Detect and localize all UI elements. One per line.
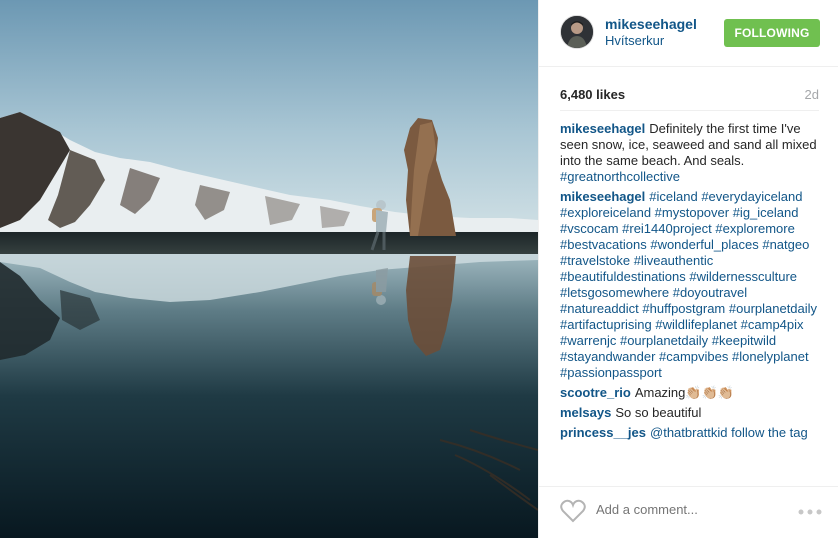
more-options-icon[interactable] <box>798 509 822 515</box>
hashtag-list[interactable]: #iceland #everydayiceland #exploreicelan… <box>560 189 817 380</box>
username-link[interactable]: mikeseehagel <box>605 16 697 32</box>
post-sidebar: mikeseehagel Hvítserkur FOLLOWING 6,480 … <box>538 0 838 538</box>
comment-bar <box>539 486 838 539</box>
hashtag-comment-username[interactable]: mikeseehagel <box>560 189 645 204</box>
post-header: mikeseehagel Hvítserkur FOLLOWING <box>539 0 838 67</box>
comment-item: scootre_rio Amazing👏🏼👏🏼👏🏼 <box>560 385 822 401</box>
comment-text: Amazing👏🏼👏🏼👏🏼 <box>634 385 734 400</box>
comment-item: princess__jes @thatbrattkid follow the ta… <box>560 425 822 441</box>
add-comment-input[interactable] <box>596 502 786 517</box>
post-photo[interactable] <box>0 0 538 538</box>
avatar[interactable] <box>560 15 594 49</box>
comment-text: So so beautiful <box>615 405 702 420</box>
comment-username[interactable]: scootre_rio <box>560 385 631 400</box>
caption: mikeseehagel Definitely the first time I'… <box>560 121 822 185</box>
heart-icon[interactable] <box>560 499 586 523</box>
hashtag-comment: mikeseehagel #iceland #everydayiceland #e… <box>560 189 822 381</box>
post-age[interactable]: 2d <box>805 87 819 102</box>
caption-hashtag[interactable]: #greatnorthcollective <box>560 169 680 184</box>
location-link[interactable]: Hvítserkur <box>605 33 664 48</box>
divider <box>560 110 819 111</box>
avatar-image <box>561 16 593 48</box>
post-modal: mikeseehagel Hvítserkur FOLLOWING 6,480 … <box>0 0 838 538</box>
following-button[interactable]: FOLLOWING <box>724 19 820 47</box>
comment-text[interactable]: @thatbrattkid follow the tag <box>650 425 808 440</box>
comment-username[interactable]: melsays <box>560 405 611 420</box>
likes-count[interactable]: 6,480 likes <box>560 87 625 102</box>
comment-username[interactable]: princess__jes <box>560 425 646 440</box>
comment-item: melsays So so beautiful <box>560 405 822 421</box>
comments-list[interactable]: mikeseehagel Definitely the first time I'… <box>560 121 822 477</box>
post-stats: 6,480 likes 2d <box>560 87 819 102</box>
landscape-image <box>0 0 538 538</box>
caption-username[interactable]: mikeseehagel <box>560 121 645 136</box>
